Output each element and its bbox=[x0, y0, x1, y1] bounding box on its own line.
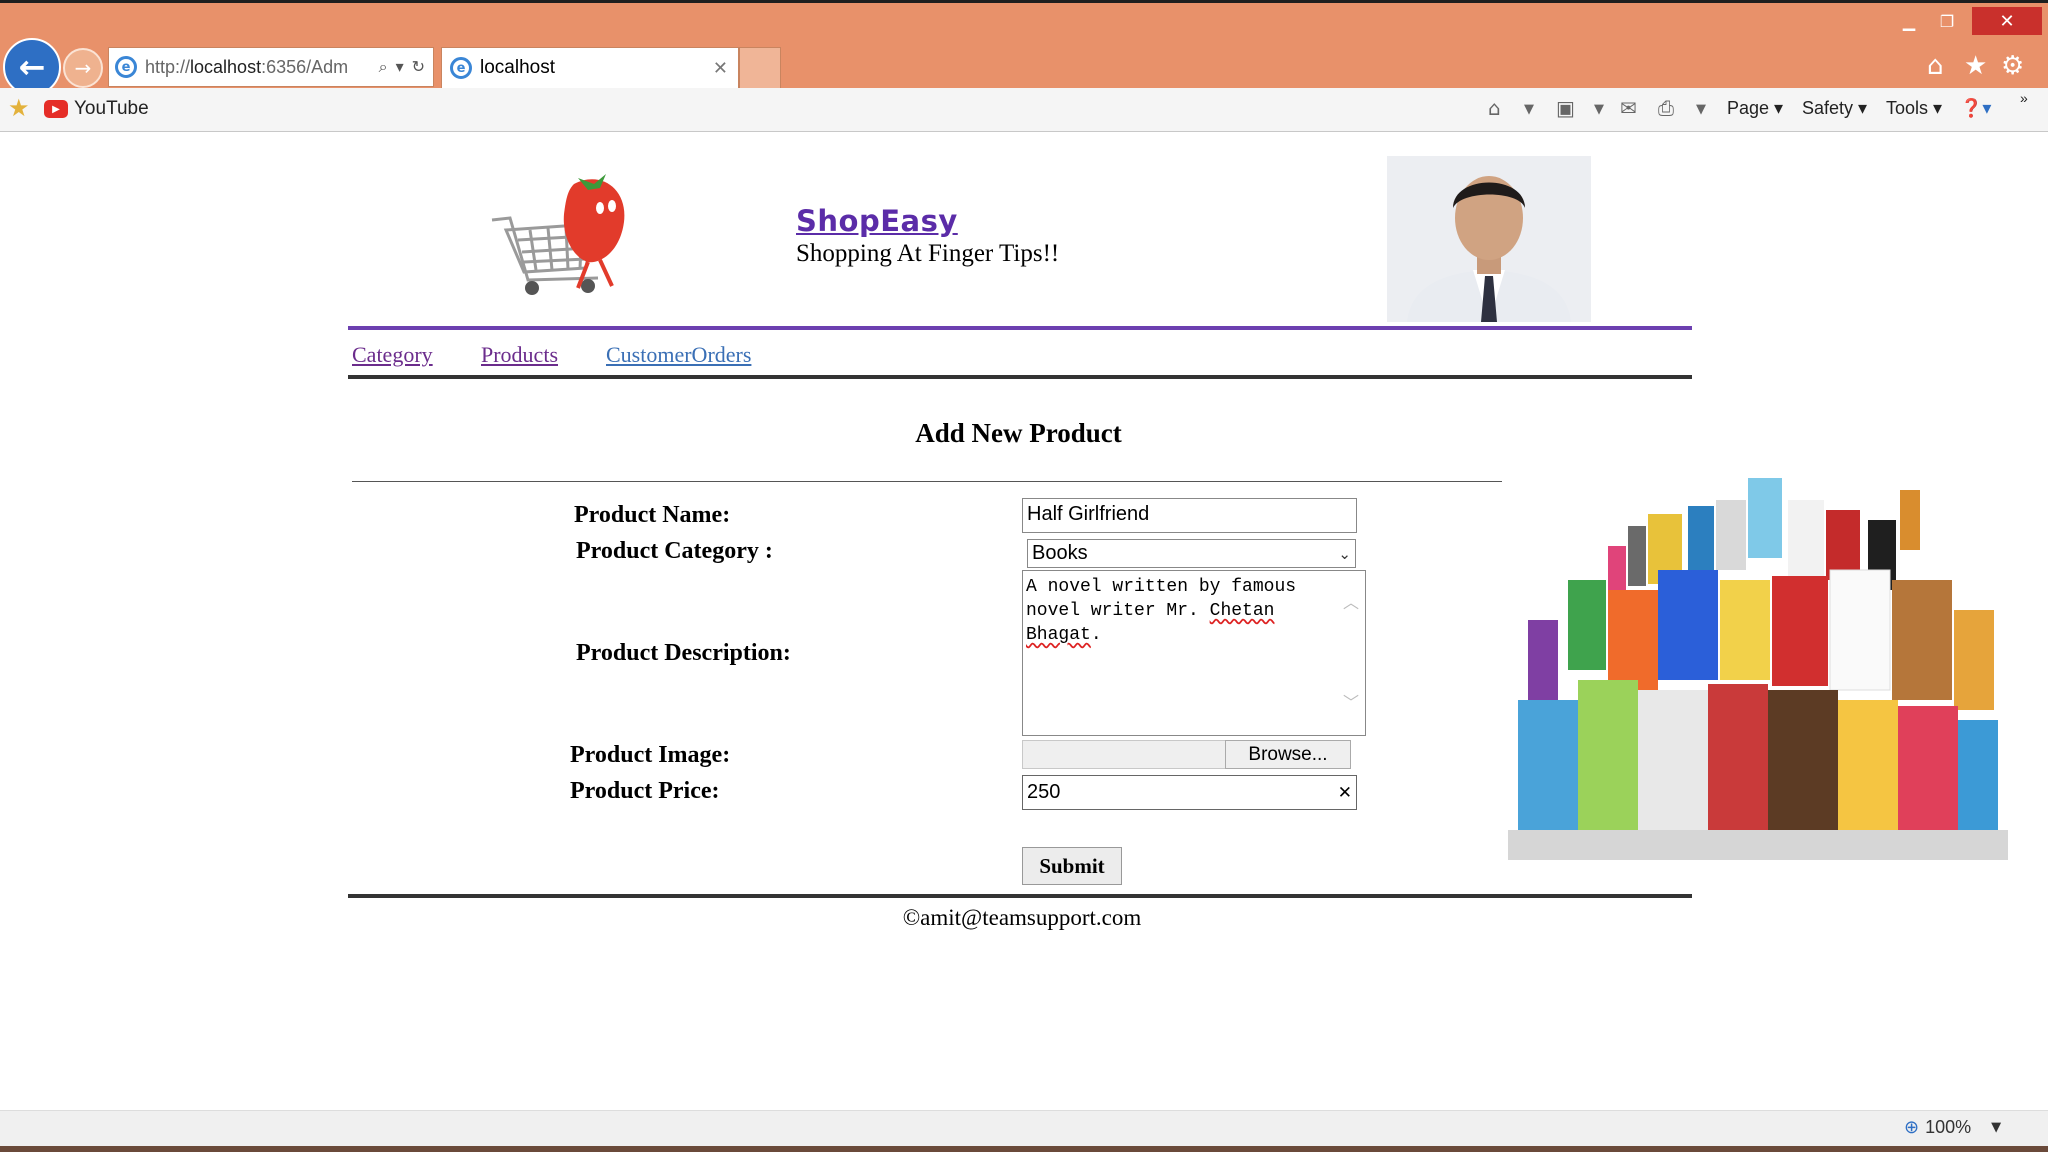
address-bar[interactable]: e http://localhost:6356/Adm ⌕ ▾ ↻ bbox=[108, 47, 434, 87]
footer-divider bbox=[348, 894, 1692, 898]
url-scheme: http:// bbox=[145, 56, 191, 77]
nav-divider bbox=[348, 375, 1692, 379]
dropdown-icon[interactable]: ▼ bbox=[1594, 102, 1604, 117]
profile-photo bbox=[1387, 156, 1591, 322]
status-bar: ⊕ 100% ▼ bbox=[0, 1110, 2048, 1146]
page-menu[interactable]: Page ▾ bbox=[1727, 98, 1783, 119]
home-icon[interactable]: ⌂ bbox=[1488, 96, 1501, 120]
close-tab-icon[interactable]: ✕ bbox=[713, 58, 728, 79]
safety-menu[interactable]: Safety ▾ bbox=[1802, 98, 1867, 119]
cart-logo-image bbox=[491, 174, 625, 295]
favorite-youtube[interactable]: YouTube bbox=[74, 98, 149, 120]
mail-icon[interactable]: ✉ bbox=[1620, 96, 1637, 120]
nav-link-category[interactable]: Category bbox=[352, 342, 433, 368]
product-description-textarea[interactable]: A novel written by famous novel writer M… bbox=[1022, 570, 1366, 736]
form-heading: Add New Product bbox=[915, 418, 1122, 448]
restore-button[interactable]: ❐ bbox=[1924, 7, 1970, 35]
forward-icon: → bbox=[74, 56, 92, 80]
url-rest: :6356/Adm bbox=[261, 56, 349, 77]
description-line: A novel written by famous bbox=[1026, 577, 1297, 597]
search-icon[interactable]: ⌕ bbox=[379, 57, 388, 77]
browse-button[interactable]: Browse... bbox=[1225, 740, 1351, 769]
chevron-down-icon: ⌄ bbox=[1338, 544, 1351, 563]
home-icon[interactable]: ⌂ bbox=[1927, 51, 1944, 81]
rss-icon[interactable]: ▣ bbox=[1556, 96, 1575, 120]
favorites-star-icon[interactable]: ★ bbox=[8, 94, 30, 122]
product-image-file-input[interactable] bbox=[1022, 740, 1226, 769]
chevron-right-icon[interactable]: » bbox=[2020, 90, 2028, 106]
print-icon[interactable]: ⎙ bbox=[1658, 96, 1674, 120]
clear-icon[interactable]: ✕ bbox=[1338, 783, 1352, 803]
nav-link-customer-orders[interactable]: CustomerOrders bbox=[606, 342, 751, 368]
product-description-label: Product Description: bbox=[576, 640, 791, 666]
refresh-icon[interactable]: ↻ bbox=[412, 57, 425, 77]
product-category-label: Product Category : bbox=[576, 538, 773, 564]
submit-button[interactable]: Submit bbox=[1022, 847, 1122, 885]
nav-link-products[interactable]: Products bbox=[481, 342, 558, 368]
product-image-label: Product Image: bbox=[570, 742, 731, 768]
product-name-label: Product Name: bbox=[574, 502, 731, 528]
product-category-select[interactable]: Books ⌄ bbox=[1027, 539, 1356, 568]
product-name-input[interactable]: Half Girlfriend bbox=[1022, 498, 1357, 533]
scroll-down-icon[interactable]: ﹀ bbox=[1343, 691, 1359, 715]
misspelled-word: Bhagat bbox=[1026, 625, 1091, 645]
description-punctuation: . bbox=[1090, 625, 1102, 645]
ie-icon: e bbox=[450, 57, 472, 79]
grocery-products-image bbox=[1508, 478, 2008, 860]
description-line: novel writer Mr. bbox=[1026, 601, 1210, 621]
help-icon[interactable]: ❓▾ bbox=[1960, 98, 1991, 119]
misspelled-word: Chetan bbox=[1209, 601, 1275, 621]
zoom-level: 100% bbox=[1925, 1117, 1972, 1137]
footer-copyright: ©amit@teamsupport.com bbox=[902, 905, 1142, 930]
ie-icon: e bbox=[115, 56, 137, 78]
taskbar-edge bbox=[0, 1146, 2048, 1152]
star-icon[interactable]: ★ bbox=[1964, 51, 1987, 81]
form-heading-divider bbox=[352, 481, 1502, 482]
back-icon: ← bbox=[18, 48, 46, 86]
youtube-icon: ▶ bbox=[44, 100, 68, 118]
browser-tab[interactable]: e localhost ✕ bbox=[441, 47, 739, 89]
product-category-value: Books bbox=[1032, 542, 1088, 564]
favorites-bar: ★ ▶ YouTube ⌂ ▼ ▣ ▼ ✉ ⎙ ▼ Page ▾ Safety … bbox=[0, 88, 2048, 132]
forward-button[interactable]: → bbox=[63, 48, 103, 88]
dropdown-icon[interactable]: ▼ bbox=[1696, 102, 1706, 117]
close-window-button[interactable]: ✕ bbox=[1972, 7, 2042, 35]
dropdown-icon[interactable]: ▾ bbox=[396, 57, 404, 77]
url-host: localhost bbox=[190, 56, 262, 77]
gear-icon[interactable]: ⚙ bbox=[2001, 51, 2024, 81]
site-tagline: Shopping At Finger Tips!! bbox=[796, 240, 1060, 267]
header-divider bbox=[348, 326, 1692, 330]
new-tab-button[interactable] bbox=[739, 47, 781, 89]
product-price-value: 250 bbox=[1027, 781, 1061, 803]
product-price-label: Product Price: bbox=[570, 778, 720, 804]
product-price-input[interactable]: 250 ✕ bbox=[1022, 775, 1357, 810]
site-title-link[interactable]: ShopEasy bbox=[796, 204, 958, 238]
scroll-up-icon[interactable]: ︿ bbox=[1343, 591, 1359, 615]
zoom-icon: ⊕ bbox=[1904, 1117, 1920, 1138]
zoom-control[interactable]: ⊕ 100% ▼ bbox=[1904, 1117, 2001, 1138]
dropdown-icon: ▼ bbox=[1991, 1120, 2002, 1135]
browser-titlebar: ← → e http://localhost:6356/Adm ⌕ ▾ ↻ e … bbox=[0, 0, 2048, 96]
tab-title: localhost bbox=[480, 57, 555, 78]
tools-menu[interactable]: Tools ▾ bbox=[1886, 98, 1942, 119]
dropdown-icon[interactable]: ▼ bbox=[1524, 102, 1534, 117]
